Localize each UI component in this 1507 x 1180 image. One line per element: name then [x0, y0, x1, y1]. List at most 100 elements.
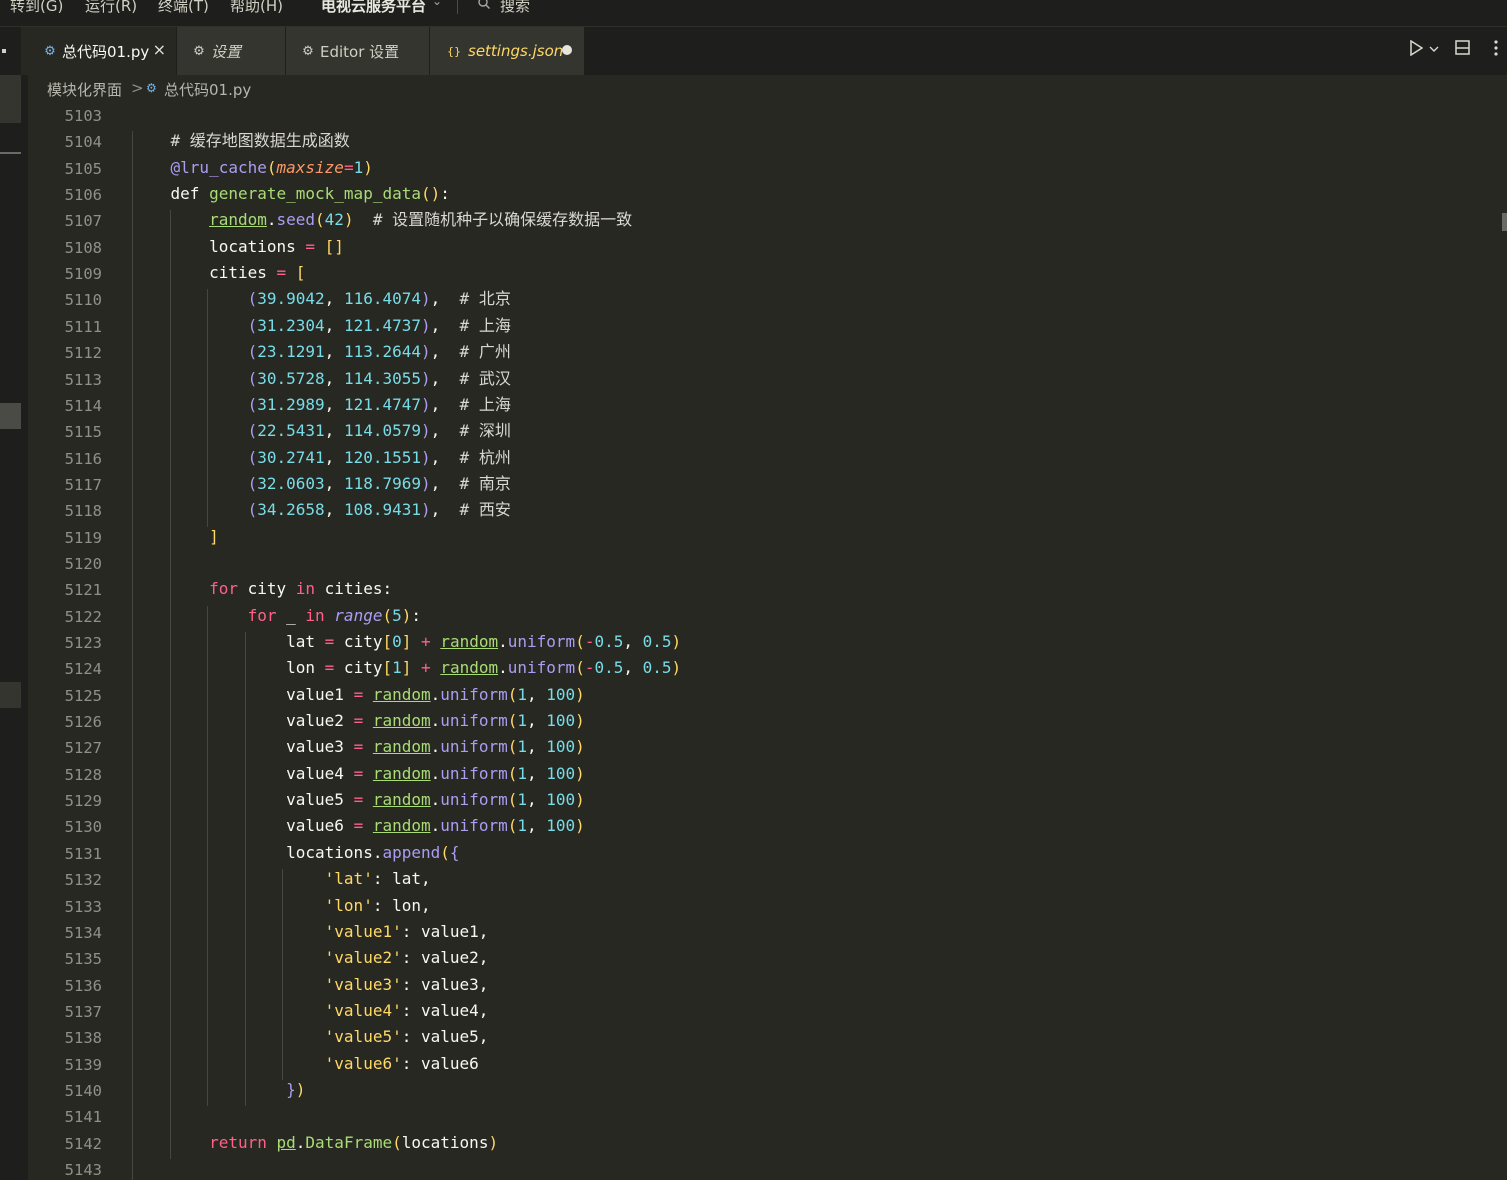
code-line[interactable]: for _ in range(5): — [132, 606, 421, 626]
menu-goto[interactable]: 转到(G) — [10, 0, 63, 16]
tab-main-py[interactable]: ⚙ 总代码01.py × — [28, 27, 176, 75]
code-line[interactable]: 'lon': lon, — [132, 896, 431, 916]
code-line[interactable]: 'value4': value4, — [132, 1001, 489, 1021]
unsaved-dot-icon[interactable] — [562, 45, 572, 55]
code-line[interactable]: (34.2658, 108.9431), # 西安 — [132, 500, 511, 520]
code-line[interactable]: # 缓存地图数据生成函数 — [132, 131, 350, 151]
code-token: : value2, — [401, 948, 489, 968]
command-center-search[interactable]: 搜索 — [500, 0, 530, 16]
code-token: lon — [286, 658, 325, 678]
code-token: # 武汉 — [459, 368, 511, 388]
window-title[interactable]: 电视云服务平台 — [321, 0, 426, 16]
code-token: in — [305, 605, 335, 625]
menu-terminal[interactable]: 终端(T) — [158, 0, 209, 16]
chevron-down-icon[interactable]: ⌄ — [432, 0, 442, 8]
code-line[interactable]: value3 = random.uniform(1, 100) — [132, 737, 585, 757]
code-line[interactable]: (31.2989, 121.4747), # 上海 — [132, 395, 511, 415]
code-token: { — [449, 842, 460, 862]
code-line[interactable]: value2 = random.uniform(1, 100) — [132, 711, 585, 731]
breadcrumb-folder[interactable]: 模块化界面 — [47, 79, 122, 100]
code-line[interactable]: def generate_mock_map_data(): — [132, 184, 450, 204]
code-line[interactable]: (22.5431, 114.0579), # 深圳 — [132, 421, 511, 441]
code-line[interactable]: 'value2': value2, — [132, 948, 489, 968]
tab-settings-json[interactable]: {} settings.json — [430, 27, 584, 75]
code-line[interactable]: locations.append({ — [132, 842, 460, 863]
code-token: , — [324, 500, 344, 520]
code-line[interactable]: random.seed(42) # 设置随机种子以确保缓存数据一致 — [132, 210, 632, 230]
code-line[interactable]: (30.2741, 120.1551), # 杭州 — [132, 448, 511, 468]
code-line[interactable]: }) — [132, 1080, 305, 1100]
code-line[interactable]: 'value1': value1, — [132, 922, 489, 942]
code-token: 42 — [324, 210, 344, 230]
activity-item[interactable] — [0, 75, 21, 123]
code-line[interactable]: lat = city[0] + random.uniform(-0.5, 0.5… — [132, 632, 681, 652]
code-line[interactable]: (30.5728, 114.3055), # 武汉 — [132, 369, 511, 389]
code-token: value3 — [286, 737, 354, 757]
tab-settings[interactable]: ⚙ 设置 — [177, 27, 285, 75]
code-line[interactable]: return pd.DataFrame(locations) — [132, 1133, 498, 1153]
activity-item-selected[interactable] — [0, 403, 21, 429]
activity-item[interactable] — [0, 682, 21, 708]
code-token: value6 — [286, 816, 354, 836]
code-line[interactable]: (31.2304, 121.4737), # 上海 — [132, 316, 511, 336]
more-icon[interactable] — [1492, 40, 1500, 56]
code-token: locations — [401, 1132, 489, 1152]
code-token: . — [430, 763, 441, 783]
tab-label: settings.json — [468, 42, 564, 60]
code-line[interactable]: 'value6': value6 — [132, 1054, 479, 1074]
code-token: DataFrame — [305, 1132, 393, 1152]
code-line[interactable]: ] — [132, 527, 219, 547]
scrollbar-marker[interactable] — [1502, 213, 1507, 231]
code-token: ( — [247, 447, 258, 467]
code-token: , — [430, 289, 460, 309]
code-token: ( — [507, 711, 518, 731]
code-token: 31.2989 — [257, 394, 325, 414]
code-token: , — [324, 421, 344, 441]
code-token: , — [527, 816, 547, 836]
line-number: 5114 — [64, 396, 102, 415]
code-line[interactable]: 'lat': lat, — [132, 869, 431, 889]
code-line[interactable]: for city in cities: — [132, 579, 392, 599]
code-line[interactable]: (39.9042, 116.4074), # 北京 — [132, 289, 511, 309]
close-icon[interactable]: × — [153, 40, 166, 59]
code-line[interactable]: value5 = random.uniform(1, 100) — [132, 790, 585, 810]
code-token: for — [247, 605, 287, 625]
code-editor[interactable]: 5103 5104 # 缓存地图数据生成函数 5105 @lru_cache(max… — [28, 103, 1507, 1180]
chevron-down-icon[interactable] — [1428, 44, 1440, 54]
code-token: ) — [671, 658, 682, 678]
split-editor-icon[interactable] — [1455, 40, 1470, 55]
code-line[interactable]: value1 = random.uniform(1, 100) — [132, 685, 585, 705]
code-line[interactable]: cities = [ — [132, 263, 305, 283]
code-line[interactable]: 'value3': value3, — [132, 975, 489, 995]
menu-run[interactable]: 运行(R) — [85, 0, 137, 16]
code-token: value2 — [286, 711, 354, 731]
code-token: , — [324, 368, 344, 388]
code-line[interactable]: (23.1291, 113.2644), # 广州 — [132, 342, 511, 362]
code-line[interactable]: lon = city[1] + random.uniform(-0.5, 0.5… — [132, 658, 681, 678]
code-token: ( — [247, 342, 258, 362]
code-token: , — [324, 473, 344, 493]
menu-help[interactable]: 帮助(H) — [230, 0, 283, 16]
code-line[interactable]: @lru_cache(maxsize=1) — [132, 158, 373, 178]
code-token: 32.0603 — [257, 473, 325, 493]
code-token: 1 — [353, 157, 364, 177]
code-token: random — [372, 816, 431, 836]
code-token: ( — [382, 605, 393, 625]
code-line[interactable]: 'value5': value5, — [132, 1027, 489, 1047]
breadcrumb-file[interactable]: 总代码01.py — [164, 79, 251, 100]
code-line[interactable]: value4 = random.uniform(1, 100) — [132, 764, 585, 784]
play-icon[interactable] — [1409, 40, 1423, 56]
code-token: 1 — [517, 684, 527, 704]
code-token: 0 — [392, 632, 402, 651]
code-line[interactable]: value6 = random.uniform(1, 100) — [132, 816, 585, 836]
code-token: 100 — [546, 684, 576, 704]
tab-editor-settings[interactable]: ⚙ Editor 设置 — [286, 27, 429, 75]
line-number: 5134 — [64, 923, 102, 942]
code-line[interactable]: (32.0603, 118.7969), # 南京 — [132, 474, 511, 494]
activity-bar — [0, 27, 21, 1180]
search-icon — [478, 0, 490, 9]
code-line[interactable]: locations = [] — [132, 237, 344, 257]
